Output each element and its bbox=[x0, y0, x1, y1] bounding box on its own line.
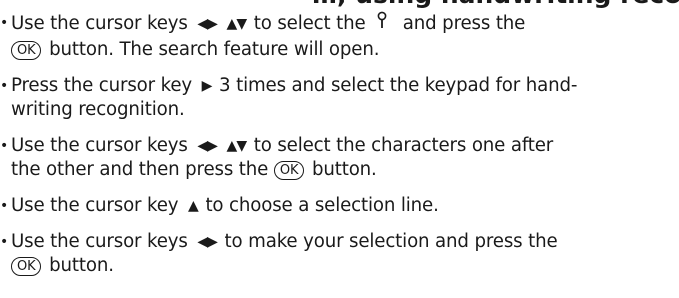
step-text: button. The search feature will open. bbox=[49, 39, 380, 60]
ok-button-icon: OK bbox=[11, 41, 42, 60]
left-right-arrow-keys-icon: ◀▶ bbox=[197, 234, 218, 250]
left-right-arrow-keys-icon: ◀▶ bbox=[197, 16, 218, 32]
step-text: Use the cursor keys bbox=[11, 13, 188, 34]
step-text: Use the cursor key bbox=[11, 195, 179, 216]
step-text: Use the cursor keys bbox=[11, 231, 188, 252]
step-line: Use the cursor key ▲ to choose a selecti… bbox=[11, 194, 679, 218]
instruction-list: • Use the cursor keys ◀▶ ▲▼ to select th… bbox=[0, 11, 679, 290]
step-text: and press the bbox=[402, 13, 526, 34]
search-icon bbox=[377, 11, 387, 38]
bullet-icon: • bbox=[0, 138, 9, 154]
step-line: Press the cursor key ▶ 3 times and selec… bbox=[11, 74, 679, 98]
step-text: to make your selection and press the bbox=[224, 231, 558, 252]
step-line: OK button. The search feature will open. bbox=[11, 38, 679, 62]
list-item: • Use the cursor keys ◀▶ ▲▼ to select th… bbox=[0, 11, 679, 62]
step-text: Press the cursor key bbox=[11, 75, 192, 96]
instruction-page: …, using handwriting recognition • Use t… bbox=[0, 0, 679, 298]
step-text: to select the bbox=[253, 13, 366, 34]
step-text: writing recognition. bbox=[11, 99, 185, 120]
step-text: to select the characters one after bbox=[253, 135, 554, 156]
bullet-icon: • bbox=[0, 234, 9, 250]
up-down-arrow-keys-icon: ▲▼ bbox=[226, 138, 248, 154]
step-line: Use the cursor keys ◀▶ ▲▼ to select the … bbox=[11, 11, 679, 38]
up-down-arrow-keys-icon: ▲▼ bbox=[226, 16, 248, 32]
step-line: the other and then press the OK button. bbox=[11, 158, 679, 182]
section-heading-fragment: …, using handwriting recognition bbox=[0, 0, 679, 9]
right-arrow-key-icon: ▶ bbox=[201, 78, 213, 94]
bullet-icon: • bbox=[0, 78, 9, 94]
list-item: • Use the cursor key ▲ to choose a selec… bbox=[0, 194, 679, 218]
bullet-icon: • bbox=[0, 198, 9, 214]
step-line: OK button. bbox=[11, 254, 679, 278]
list-item: • Press the cursor key ▶ 3 times and sel… bbox=[0, 74, 679, 122]
ok-button-icon: OK bbox=[11, 257, 42, 276]
step-text: 3 times and select the keypad for hand- bbox=[219, 75, 578, 96]
up-arrow-key-icon: ▲ bbox=[188, 198, 199, 214]
step-text: to choose a selection line. bbox=[205, 195, 439, 216]
ok-button-icon: OK bbox=[273, 161, 305, 180]
step-line: Use the cursor keys ◀▶ to make your sele… bbox=[11, 230, 679, 254]
step-text: button. bbox=[49, 255, 114, 276]
step-line: writing recognition. bbox=[11, 98, 679, 122]
step-line: Use the cursor keys ◀▶ ▲▼ to select the … bbox=[11, 134, 679, 158]
bullet-icon: • bbox=[0, 15, 9, 31]
step-text: the other and then press the bbox=[11, 159, 269, 180]
list-item: • Use the cursor keys ◀▶ to make your se… bbox=[0, 230, 679, 278]
step-text: button. bbox=[311, 159, 377, 180]
section-heading: …, using handwriting recognition bbox=[312, 0, 679, 9]
left-right-arrow-keys-icon: ◀▶ bbox=[197, 138, 218, 154]
list-item: • Use the cursor keys ◀▶ ▲▼ to select th… bbox=[0, 134, 679, 182]
step-text: Use the cursor keys bbox=[11, 135, 188, 156]
